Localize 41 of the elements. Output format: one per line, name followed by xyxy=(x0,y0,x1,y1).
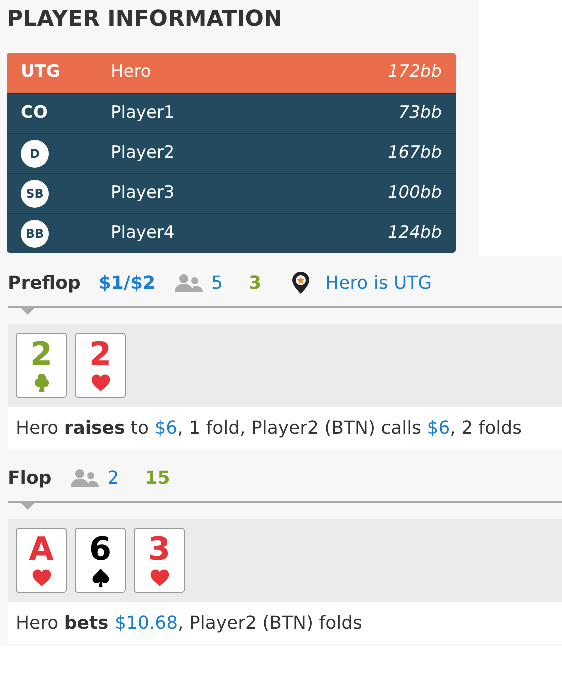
stack-size: 167bb xyxy=(388,142,442,165)
players-icon xyxy=(174,274,204,292)
player-row[interactable]: SB Player3 100bb xyxy=(7,173,456,213)
player-row[interactable]: BB Player4 124bb xyxy=(7,213,456,253)
stack-size: 73bb xyxy=(398,102,442,125)
action-summary: Hero bets $10.68, Player2 (BTN) folds xyxy=(16,612,362,636)
pot-size: 3 xyxy=(249,272,262,296)
stakes: $1/$2 xyxy=(98,272,156,296)
street-name: Flop xyxy=(8,466,52,490)
playing-card: 2 xyxy=(16,333,67,398)
player-count: 5 xyxy=(212,272,223,296)
dealer-chip: SB xyxy=(21,180,49,208)
dealer-chip: BB xyxy=(21,220,49,248)
player-name: Player4 xyxy=(111,222,176,245)
players-icon xyxy=(70,469,100,487)
playing-card: 3 xyxy=(134,528,185,593)
section-title: PLAYER INFORMATION xyxy=(7,6,282,34)
position-label: CO xyxy=(21,102,48,125)
stack-size: 172bb xyxy=(388,61,442,84)
playing-card: 6 xyxy=(75,528,126,593)
action-summary: Hero raises to $6, 1 fold, Player2 (BTN) calls $6, 2 folds xyxy=(16,416,522,440)
player-row[interactable]: D Player2 167bb xyxy=(7,133,456,173)
pot-size: 15 xyxy=(145,466,170,490)
player-row[interactable]: CO Player1 73bb xyxy=(7,93,456,133)
heart-icon xyxy=(30,567,52,589)
playing-card: 2 xyxy=(75,333,126,398)
heart-icon xyxy=(90,372,112,394)
heart-icon xyxy=(148,567,170,589)
stack-size: 100bb xyxy=(388,182,442,205)
player-name: Player1 xyxy=(111,102,176,125)
player-name: Player2 xyxy=(111,142,176,165)
hero-position: Hero is UTG xyxy=(326,272,432,296)
player-name: Player3 xyxy=(111,182,176,205)
street-name: Preflop xyxy=(8,272,81,296)
stack-size: 124bb xyxy=(388,222,442,245)
player-name: Hero xyxy=(111,61,152,84)
player-count: 2 xyxy=(108,466,120,490)
location-pin-icon xyxy=(292,272,310,294)
dealer-chip: D xyxy=(21,140,49,168)
position-label: UTG xyxy=(21,61,60,84)
playing-card: A xyxy=(16,528,67,593)
